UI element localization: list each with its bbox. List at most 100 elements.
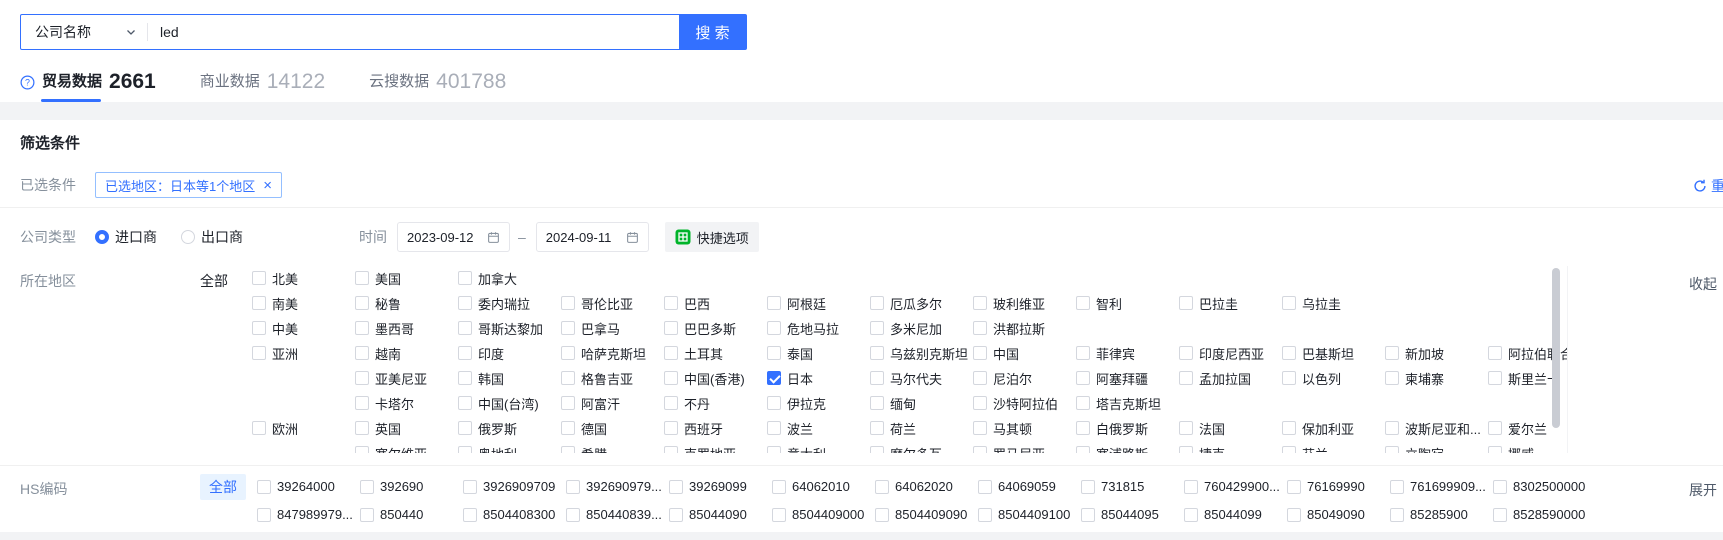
continent-checkbox[interactable]: 南美 — [252, 294, 298, 313]
country-checkbox[interactable]: 俄罗斯 — [458, 419, 517, 438]
hs-code-checkbox[interactable]: 85285900 — [1390, 507, 1468, 522]
checkbox-unchecked-icon[interactable] — [870, 371, 884, 385]
checkbox-unchecked-icon[interactable] — [458, 296, 472, 310]
checkbox-unchecked-icon[interactable] — [561, 346, 575, 360]
checkbox-unchecked-icon[interactable] — [458, 446, 472, 453]
country-checkbox[interactable]: 塔吉克斯坦 — [1076, 394, 1161, 413]
checkbox-unchecked-icon[interactable] — [561, 446, 575, 453]
hs-code-checkbox[interactable]: 3926909709 — [463, 479, 555, 494]
checkbox-unchecked-icon[interactable] — [458, 396, 472, 410]
country-checkbox[interactable]: 委内瑞拉 — [458, 294, 530, 313]
checkbox-unchecked-icon[interactable] — [463, 508, 477, 522]
hs-code-checkbox[interactable]: 850440 — [360, 507, 423, 522]
checkbox-unchecked-icon[interactable] — [1287, 480, 1301, 494]
country-checkbox[interactable]: 哈萨克斯坦 — [561, 344, 646, 363]
reset-button[interactable]: 重置 — [1693, 176, 1723, 196]
checkbox-unchecked-icon[interactable] — [1282, 371, 1296, 385]
country-checkbox[interactable]: 希腊 — [561, 444, 607, 453]
country-checkbox[interactable]: 中国(香港) — [664, 369, 745, 388]
country-checkbox[interactable]: 芬兰 — [1282, 444, 1328, 453]
checkbox-unchecked-icon[interactable] — [767, 396, 781, 410]
country-checkbox[interactable]: 保加利亚 — [1282, 419, 1354, 438]
hs-code-checkbox[interactable]: 85049090 — [1287, 507, 1365, 522]
checkbox-unchecked-icon[interactable] — [767, 446, 781, 453]
checkbox-unchecked-icon[interactable] — [973, 296, 987, 310]
country-checkbox[interactable]: 波斯尼亚和... — [1385, 419, 1481, 438]
checkbox-unchecked-icon[interactable] — [973, 371, 987, 385]
country-checkbox[interactable]: 以色列 — [1282, 369, 1341, 388]
country-checkbox[interactable]: 斯里兰卡 — [1488, 369, 1560, 388]
collapse-link[interactable]: 收起 — [1689, 274, 1717, 294]
checkbox-unchecked-icon[interactable] — [355, 346, 369, 360]
checkbox-unchecked-icon[interactable] — [1179, 421, 1193, 435]
checkbox-unchecked-icon[interactable] — [355, 321, 369, 335]
country-checkbox[interactable]: 泰国 — [767, 344, 813, 363]
checkbox-unchecked-icon[interactable] — [1282, 421, 1296, 435]
hs-code-checkbox[interactable]: 64062010 — [772, 479, 850, 494]
country-checkbox[interactable]: 英国 — [355, 419, 401, 438]
country-checkbox[interactable]: 立陶宛 — [1385, 444, 1444, 453]
checkbox-unchecked-icon[interactable] — [1385, 346, 1399, 360]
search-button[interactable]: 搜 索 — [679, 15, 746, 49]
checkbox-unchecked-icon[interactable] — [664, 296, 678, 310]
hs-all-option[interactable]: 全部 — [200, 474, 246, 500]
hs-code-checkbox[interactable]: 392690979... — [566, 479, 662, 494]
continent-checkbox[interactable]: 北美 — [252, 269, 298, 288]
hs-code-checkbox[interactable]: 76169990 — [1287, 479, 1365, 494]
radio-importer[interactable]: 进口商 — [95, 227, 157, 247]
checkbox-unchecked-icon[interactable] — [458, 321, 472, 335]
checkbox-unchecked-icon[interactable] — [355, 371, 369, 385]
checkbox-unchecked-icon[interactable] — [252, 296, 266, 310]
checkbox-unchecked-icon[interactable] — [355, 396, 369, 410]
country-checkbox[interactable]: 危地马拉 — [767, 319, 839, 338]
country-checkbox[interactable]: 厄瓜多尔 — [870, 294, 942, 313]
scrollbar-thumb[interactable] — [1552, 268, 1560, 428]
checkbox-unchecked-icon[interactable] — [1488, 421, 1502, 435]
checkbox-unchecked-icon[interactable] — [664, 396, 678, 410]
hs-code-checkbox[interactable]: 847989979... — [257, 507, 353, 522]
checkbox-unchecked-icon[interactable] — [1390, 508, 1404, 522]
country-checkbox[interactable]: 法国 — [1179, 419, 1225, 438]
checkbox-unchecked-icon[interactable] — [664, 371, 678, 385]
checkbox-unchecked-icon[interactable] — [1076, 296, 1090, 310]
hs-code-checkbox[interactable]: 64062020 — [875, 479, 953, 494]
hs-code-checkbox[interactable]: 64069059 — [978, 479, 1056, 494]
checkbox-unchecked-icon[interactable] — [1390, 480, 1404, 494]
country-checkbox[interactable]: 洪都拉斯 — [973, 319, 1045, 338]
country-checkbox[interactable]: 阿塞拜疆 — [1076, 369, 1148, 388]
checkbox-unchecked-icon[interactable] — [252, 346, 266, 360]
country-checkbox[interactable]: 塞尔维亚 — [355, 444, 427, 453]
quick-options-button[interactable]: 快捷选项 — [665, 222, 759, 252]
checkbox-unchecked-icon[interactable] — [561, 321, 575, 335]
checkbox-unchecked-icon[interactable] — [664, 321, 678, 335]
hs-code-checkbox[interactable]: 8504409100 — [978, 507, 1070, 522]
checkbox-unchecked-icon[interactable] — [1179, 371, 1193, 385]
country-checkbox[interactable]: 加拿大 — [458, 269, 517, 288]
hs-code-checkbox[interactable]: 392690 — [360, 479, 423, 494]
checkbox-unchecked-icon[interactable] — [355, 421, 369, 435]
checkbox-unchecked-icon[interactable] — [1385, 371, 1399, 385]
checkbox-unchecked-icon[interactable] — [1488, 371, 1502, 385]
checkbox-unchecked-icon[interactable] — [767, 321, 781, 335]
checkbox-unchecked-icon[interactable] — [1184, 480, 1198, 494]
country-checkbox[interactable]: 阿根廷 — [767, 294, 826, 313]
country-checkbox[interactable]: 意大利 — [767, 444, 826, 453]
country-checkbox[interactable]: 伊拉克 — [767, 394, 826, 413]
checkbox-unchecked-icon[interactable] — [1081, 508, 1095, 522]
region-all-option[interactable]: 全部 — [200, 266, 252, 291]
checkbox-unchecked-icon[interactable] — [1076, 446, 1090, 453]
checkbox-unchecked-icon[interactable] — [870, 396, 884, 410]
checkbox-unchecked-icon[interactable] — [772, 480, 786, 494]
hs-code-checkbox[interactable]: 760429900... — [1184, 479, 1280, 494]
checkbox-unchecked-icon[interactable] — [767, 421, 781, 435]
checkbox-unchecked-icon[interactable] — [561, 421, 575, 435]
country-checkbox[interactable]: 摩尔多瓦 — [870, 444, 942, 453]
hs-code-checkbox[interactable]: 8504408300 — [463, 507, 555, 522]
country-checkbox[interactable]: 土耳其 — [664, 344, 723, 363]
checkbox-unchecked-icon[interactable] — [664, 346, 678, 360]
checkbox-unchecked-icon[interactable] — [973, 396, 987, 410]
checkbox-unchecked-icon[interactable] — [252, 421, 266, 435]
checkbox-unchecked-icon[interactable] — [355, 446, 369, 453]
country-checkbox[interactable]: 中国(台湾) — [458, 394, 539, 413]
close-icon[interactable]: × — [263, 178, 272, 193]
